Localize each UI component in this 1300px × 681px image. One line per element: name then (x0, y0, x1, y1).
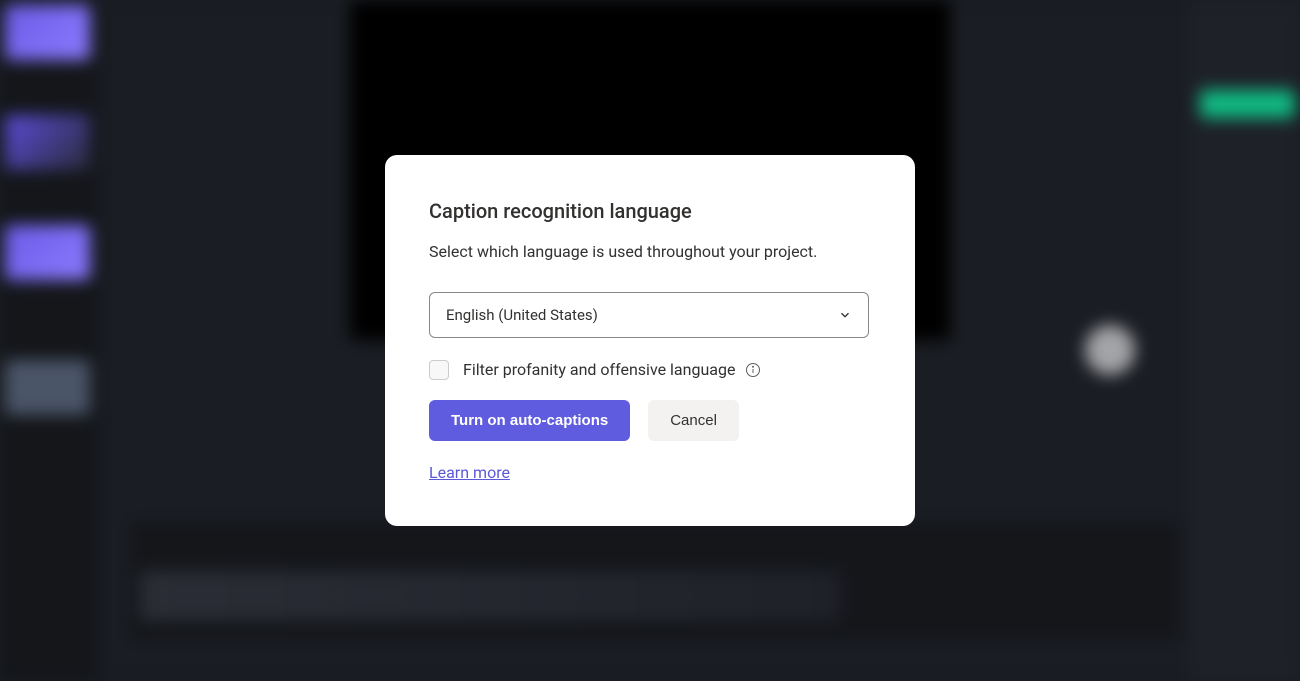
modal-title: Caption recognition language (429, 199, 871, 223)
profanity-filter-row: Filter profanity and offensive language (429, 360, 871, 380)
turn-on-auto-captions-button[interactable]: Turn on auto-captions (429, 400, 630, 441)
dropdown-selected-value: English (United States) (446, 306, 598, 324)
profanity-filter-label: Filter profanity and offensive language (463, 360, 735, 379)
language-dropdown[interactable]: English (United States) (429, 292, 869, 338)
learn-more-link[interactable]: Learn more (429, 463, 510, 482)
modal-overlay: Caption recognition language Select whic… (0, 0, 1300, 681)
chevron-down-icon (838, 308, 852, 322)
profanity-filter-checkbox[interactable] (429, 360, 449, 380)
caption-language-modal: Caption recognition language Select whic… (385, 155, 915, 525)
cancel-button[interactable]: Cancel (648, 400, 739, 441)
button-row: Turn on auto-captions Cancel (429, 400, 871, 441)
info-icon[interactable] (745, 362, 761, 378)
modal-description: Select which language is used throughout… (429, 241, 871, 263)
